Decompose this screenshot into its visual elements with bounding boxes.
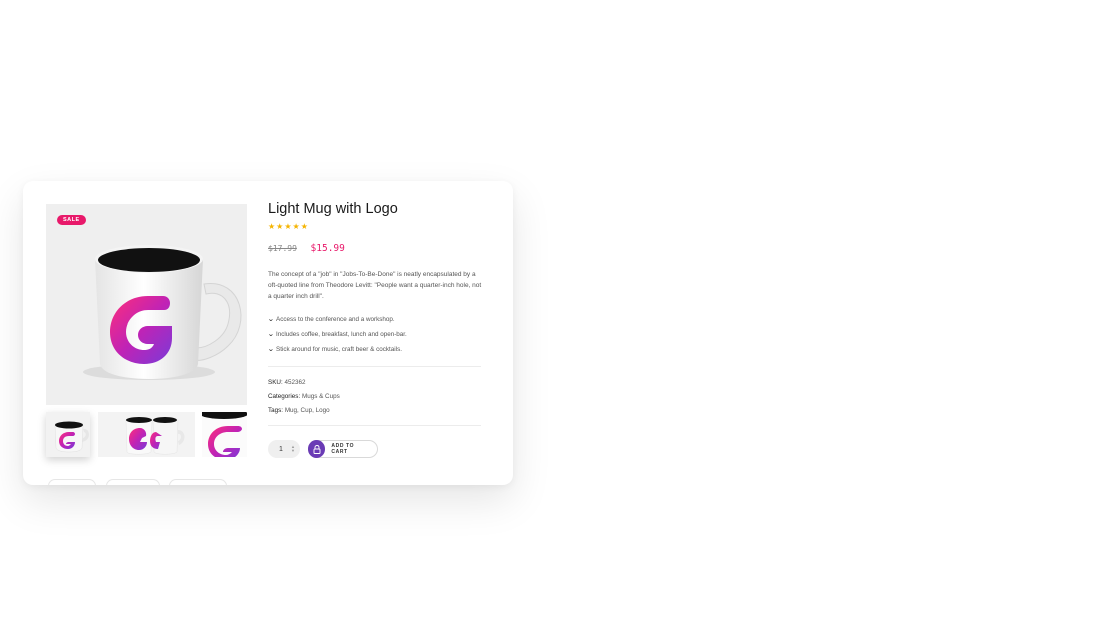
sale-price: $15.99 <box>310 243 345 254</box>
quantity-stepper[interactable]: 1 ▲ ▼ <box>268 440 300 458</box>
old-price: $17.99 <box>268 244 297 253</box>
categories-row: Categories: Mugs & Cups <box>268 390 484 404</box>
quantity-arrows[interactable]: ▲ ▼ <box>291 445 295 453</box>
product-card: SALE Light Mug with Logo ★ ★ ★ ★ ★ $17.9… <box>23 181 513 485</box>
tags-label: Tags: <box>268 407 284 414</box>
star-icon: ★ <box>276 222 284 231</box>
feature-item: ⌄ Stick around for music, craft beer & c… <box>267 342 484 357</box>
product-description: The concept of a "job" in "Jobs-To-Be-Do… <box>268 271 482 300</box>
caret-down-icon[interactable]: ▼ <box>291 449 295 453</box>
chevron-down-icon: ⌄ <box>267 346 275 353</box>
feature-item: ⌄ Access to the conference and a worksho… <box>267 312 484 327</box>
chevron-down-icon: ⌄ <box>267 316 275 323</box>
chevron-down-icon: ⌄ <box>267 331 275 338</box>
thumbnail-1[interactable] <box>46 412 90 457</box>
divider <box>268 425 481 426</box>
star-icon: ★ <box>284 222 292 231</box>
thumbnail-3[interactable] <box>202 412 247 457</box>
feature-text: Stick around for music, craft beer & coc… <box>276 346 402 353</box>
mug-thumbnail-image <box>54 421 89 453</box>
add-to-cart-row: 1 ▲ ▼ ADD TO CART <box>268 440 484 458</box>
add-to-cart-label: ADD TO CART <box>331 443 355 455</box>
product-meta: SKU: 452362 Categories: Mugs & Cups Tags… <box>268 376 484 418</box>
thumbnail-2[interactable] <box>98 412 195 457</box>
product-info: Light Mug with Logo ★ ★ ★ ★ ★ $17.99 $15… <box>267 200 484 458</box>
sku-row: SKU: 452362 <box>268 376 484 390</box>
rating-stars: ★ ★ ★ ★ ★ <box>268 222 484 231</box>
product-main-image[interactable]: SALE <box>46 204 247 405</box>
mug-closeup-thumbnail-image <box>202 412 247 457</box>
thumbnail-strip <box>46 412 247 457</box>
feature-list: ⌄ Access to the conference and a worksho… <box>267 312 484 357</box>
sku-label: SKU: <box>268 379 283 386</box>
star-icon: ★ <box>300 222 308 231</box>
category-link[interactable]: Mugs & Cups <box>302 393 340 400</box>
feature-item: ⌄ Includes coffee, breakfast, lunch and … <box>267 327 484 342</box>
tab-description[interactable] <box>48 479 96 485</box>
categories-label: Categories: <box>268 393 301 400</box>
divider <box>268 366 481 367</box>
tags-row: Tags: Mug, Cup, Logo <box>268 404 484 418</box>
product-title: Light Mug with Logo <box>268 201 398 217</box>
sale-badge: SALE <box>57 215 86 225</box>
feature-text: Access to the conference and a workshop. <box>276 316 395 323</box>
quantity-value[interactable]: 1 <box>279 446 283 453</box>
mug-image <box>83 245 242 380</box>
add-to-cart-button[interactable]: ADD TO CART <box>308 440 378 458</box>
lock-icon <box>308 440 326 458</box>
star-icon: ★ <box>268 222 276 231</box>
tab-reviews[interactable] <box>169 479 227 485</box>
feature-text: Includes coffee, breakfast, lunch and op… <box>276 331 407 338</box>
tab-additional-info[interactable] <box>106 479 160 485</box>
sku-value: 452362 <box>284 379 306 386</box>
tag-links[interactable]: Mug, Cup, Logo <box>285 407 330 414</box>
mug-pair-thumbnail-image <box>98 412 195 457</box>
price: $17.99 $15.99 <box>268 236 484 255</box>
star-icon: ★ <box>292 222 300 231</box>
